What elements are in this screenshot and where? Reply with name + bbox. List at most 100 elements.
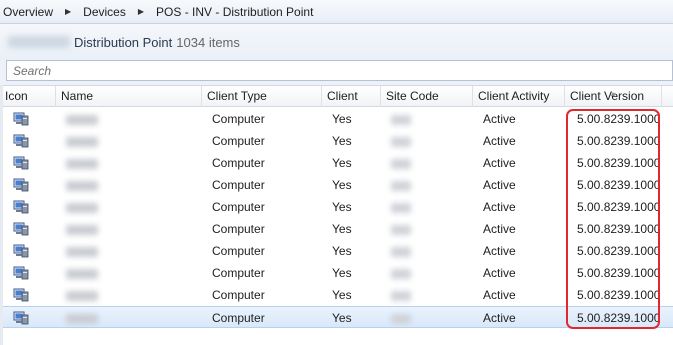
breadcrumb: Overview ▶ Devices ▶ POS - INV - Distrib…: [0, 0, 673, 24]
row-name-cell: [61, 108, 202, 130]
triangle-right-icon: ▶: [65, 7, 72, 16]
row-client-activity: Active: [483, 288, 516, 302]
computer-icon: [13, 266, 29, 280]
column-header-name[interactable]: Name: [56, 86, 202, 107]
row-client-type: Computer: [212, 288, 265, 302]
redacted-text: [66, 202, 98, 213]
breadcrumb-item-collection[interactable]: POS - INV - Distribution Point: [156, 5, 313, 19]
row-client: Yes: [332, 244, 352, 258]
table-row[interactable]: Computer Yes Active 5.00.8239.1000: [0, 218, 673, 240]
table-row[interactable]: Computer Yes Active 5.00.8239.1000: [0, 306, 673, 328]
row-client-activity: Active: [483, 178, 516, 192]
row-client-type: Computer: [212, 222, 265, 236]
row-client-version: 5.00.8239.1000: [577, 311, 661, 325]
redacted-text: [66, 158, 98, 169]
row-name-cell: [61, 307, 202, 329]
table-body: Computer Yes Active 5.00.8239.1000 Compu…: [0, 108, 673, 328]
row-client: Yes: [332, 134, 352, 148]
redacted-text: [391, 246, 411, 257]
column-header-icon[interactable]: Icon: [0, 86, 56, 107]
row-client-version: 5.00.8239.1000: [577, 178, 661, 192]
row-name-cell: [61, 196, 202, 218]
row-client-version: 5.00.8239.1000: [577, 288, 661, 302]
row-client: Yes: [332, 200, 352, 214]
sort-ascending-icon: ▲: [609, 91, 617, 98]
row-client-type: Computer: [212, 200, 265, 214]
row-site-code-cell: [386, 307, 473, 329]
row-site-code-cell: [386, 130, 473, 152]
column-header-client-activity[interactable]: Client Activity: [473, 86, 565, 107]
item-count: 1034 items: [176, 34, 240, 50]
table-row[interactable]: Computer Yes Active 5.00.8239.1000: [0, 108, 673, 130]
row-client-type: Computer: [212, 134, 265, 148]
row-name-cell: [61, 218, 202, 240]
table-row[interactable]: Computer Yes Active 5.00.8239.1000: [0, 196, 673, 218]
row-name-cell: [61, 152, 202, 174]
row-name-cell: [61, 130, 202, 152]
row-site-code-cell: [386, 196, 473, 218]
device-list-grid: Icon Name Client Type Client Site Code C…: [0, 85, 673, 345]
column-header-client-type[interactable]: Client Type: [202, 86, 322, 107]
row-name-cell: [61, 240, 202, 262]
table-row[interactable]: Computer Yes Active 5.00.8239.1000: [0, 152, 673, 174]
row-client-version: 5.00.8239.1000: [577, 244, 661, 258]
row-client: Yes: [332, 311, 352, 325]
computer-icon: [13, 200, 29, 214]
redacted-text: [391, 290, 411, 301]
redacted-text: [391, 114, 411, 125]
row-name-cell: [61, 284, 202, 306]
row-name-cell: [61, 262, 202, 284]
column-header-site-code[interactable]: Site Code: [381, 86, 473, 107]
redacted-text: [66, 246, 98, 257]
column-header-row: Icon Name Client Type Client Site Code C…: [0, 85, 673, 107]
table-row[interactable]: Computer Yes Active 5.00.8239.1000: [0, 174, 673, 196]
row-client-activity: Active: [483, 112, 516, 126]
computer-icon: [13, 288, 29, 302]
column-header-client-version-label: Client Version: [570, 89, 645, 103]
row-client-version: 5.00.8239.1000: [577, 134, 661, 148]
redacted-text: [391, 180, 411, 191]
row-site-code-cell: [386, 218, 473, 240]
row-client-version: 5.00.8239.1000: [577, 266, 661, 280]
redacted-text: [66, 313, 98, 324]
search-input[interactable]: [6, 60, 673, 81]
row-client-type: Computer: [212, 244, 265, 258]
computer-icon: [13, 134, 29, 148]
column-header-client[interactable]: Client: [322, 86, 381, 107]
redacted-text: [391, 158, 411, 169]
row-site-code-cell: [386, 240, 473, 262]
row-client-activity: Active: [483, 156, 516, 170]
breadcrumb-item-overview[interactable]: Overview: [3, 5, 53, 19]
table-row[interactable]: Computer Yes Active 5.00.8239.1000: [0, 262, 673, 284]
row-client: Yes: [332, 266, 352, 280]
page-title: Distribution Point: [74, 34, 173, 50]
redacted-text: [66, 180, 98, 191]
table-row[interactable]: Computer Yes Active 5.00.8239.1000: [0, 284, 673, 306]
redacted-text: [391, 313, 411, 324]
row-client-version: 5.00.8239.1000: [577, 156, 661, 170]
row-client-type: Computer: [212, 311, 265, 325]
table-row[interactable]: Computer Yes Active 5.00.8239.1000: [0, 240, 673, 262]
search-area: [0, 60, 673, 85]
redacted-text: [66, 290, 98, 301]
row-client-version: 5.00.8239.1000: [577, 200, 661, 214]
row-client: Yes: [332, 112, 352, 126]
breadcrumb-item-devices[interactable]: Devices: [83, 5, 126, 19]
row-client-activity: Active: [483, 244, 516, 258]
redacted-text: [66, 136, 98, 147]
triangle-right-icon: ▶: [137, 7, 145, 16]
row-client-activity: Active: [483, 200, 516, 214]
row-client: Yes: [332, 156, 352, 170]
table-row[interactable]: Computer Yes Active 5.00.8239.1000: [0, 130, 673, 152]
row-site-code-cell: [386, 174, 473, 196]
column-header-client-version[interactable]: ▲ Client Version: [565, 86, 662, 107]
computer-icon: [13, 244, 29, 258]
row-client-version: 5.00.8239.1000: [577, 112, 661, 126]
row-client-version: 5.00.8239.1000: [577, 222, 661, 236]
redacted-text: [66, 114, 98, 125]
row-client-type: Computer: [212, 156, 265, 170]
redacted-text: [8, 36, 70, 48]
row-client-type: Computer: [212, 266, 265, 280]
computer-icon: [13, 112, 29, 126]
computer-icon: [13, 222, 29, 236]
